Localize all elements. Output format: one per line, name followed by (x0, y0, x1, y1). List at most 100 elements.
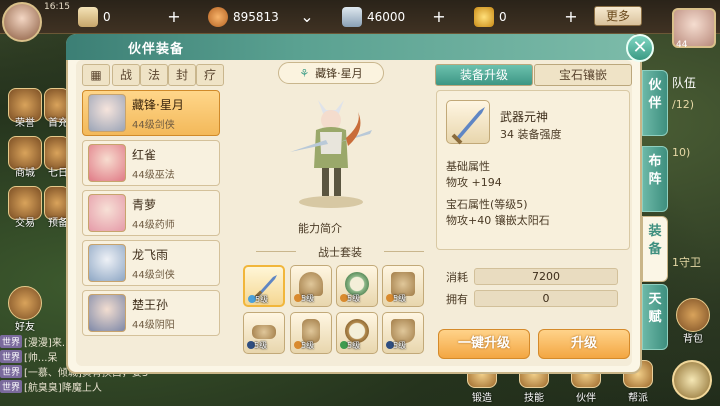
companion-item[interactable]: 龙飞雨 44级剑侠 (82, 240, 220, 286)
friends-icon[interactable] (8, 286, 42, 320)
quest-progress: 10) (672, 146, 691, 159)
set-title: 战士套装 (318, 246, 362, 259)
equip-level: 5级 (347, 341, 361, 350)
chat-text: [帅...呆 (24, 353, 58, 364)
chat-text: [漫漫]来... (24, 338, 72, 349)
chat-channel: 世界 (0, 380, 23, 393)
copper-resource: 895813 (208, 6, 279, 28)
tab-equip-upgrade[interactable]: 装备升级 (435, 64, 533, 86)
tab-healer[interactable]: 疗 (196, 64, 224, 86)
divider (384, 251, 424, 252)
tab-mage[interactable]: 法 (140, 64, 168, 86)
guild-label: 帮派 (628, 393, 648, 404)
chat-channel: 世界 (0, 335, 23, 348)
team-count: /12) (672, 98, 694, 111)
equip-slot-belt[interactable]: 5级 (243, 312, 285, 354)
companion-level: 44级阴阳 (132, 319, 175, 331)
add-gold-button[interactable]: + (562, 8, 580, 26)
companion-level: 44级巫法 (132, 169, 175, 181)
silver-value: 46000 (367, 10, 406, 24)
equip-level: 5级 (301, 294, 315, 303)
bag-icon[interactable] (676, 298, 710, 332)
gold-value: 0 (499, 10, 507, 24)
belt-icon (252, 325, 276, 339)
weapon-strength: 34 装备强度 (500, 128, 562, 141)
equip-slot-armor[interactable]: 5级 (382, 265, 424, 307)
own-label: 拥有 (446, 293, 468, 306)
tab-sealer[interactable]: 封 (168, 64, 196, 86)
one-key-upgrade-button[interactable]: 一键升级 (438, 329, 530, 359)
own-value: 0 (474, 290, 618, 307)
companion-item[interactable]: 藏锋·星月 44级剑侠 (82, 90, 220, 136)
equip-level: 5级 (393, 294, 407, 303)
companion-avatar (88, 194, 126, 232)
side-tab-partner[interactable]: 伙伴 (642, 70, 668, 136)
companion-avatar (88, 144, 126, 182)
companion-name: 藏锋·星月 (132, 97, 184, 112)
more-button[interactable]: 更多 (594, 6, 642, 26)
side-tab-formation[interactable]: 布阵 (642, 146, 668, 212)
team-label: 队伍 (672, 76, 697, 90)
equip-level: 5级 (347, 294, 361, 303)
companion-name: 红雀 (132, 147, 157, 162)
chevron-down-icon[interactable]: ⌄ (298, 8, 316, 26)
companion-item[interactable]: 楚王孙 44级阴阳 (82, 290, 220, 336)
chat-channel: 世界 (0, 365, 23, 378)
clock: 16:15 (44, 2, 70, 12)
grid-view-icon[interactable]: ▦ (82, 64, 110, 86)
silver-resource: 46000 (342, 6, 405, 28)
player-avatar[interactable] (2, 2, 42, 42)
scroll-icon (78, 7, 98, 27)
ability-intro-link[interactable]: 能力简介 (298, 220, 342, 236)
side-tab-equipment[interactable]: 装备 (642, 216, 668, 282)
gold-ingot-icon (474, 7, 494, 27)
equip-slot-bracer[interactable]: 5级 (290, 312, 332, 354)
equip-slot-ring[interactable]: 5级 (336, 312, 378, 354)
side-tab-talent[interactable]: 天赋 (642, 284, 668, 350)
yin-yang-icon[interactable] (672, 360, 712, 400)
equip-slot-necklace[interactable]: 5级 (336, 265, 378, 307)
companion-item[interactable]: 青萝 44级药师 (82, 190, 220, 236)
equip-slot-helmet[interactable]: 5级 (290, 265, 332, 307)
sword-icon (451, 107, 485, 145)
base-attr-title: 基础属性 (446, 160, 490, 173)
gem-attr-title: 宝石属性(等级5) (446, 198, 528, 211)
gold-resource: 0 (474, 6, 507, 28)
partners-label: 伙伴 (576, 393, 596, 404)
leaf-icon: ⚘ (299, 66, 310, 80)
weapon-slot[interactable] (446, 100, 490, 145)
equip-level: 5级 (393, 341, 407, 350)
equip-slot-boots[interactable]: 5级 (382, 312, 424, 354)
copper-coin-icon (208, 7, 228, 27)
cost-label: 消耗 (446, 271, 468, 284)
tab-warrior[interactable]: 战 (112, 64, 140, 86)
companion-name: 楚王孙 (132, 297, 169, 312)
gem-attr-value: 物攻+40 镶嵌太阳石 (446, 214, 550, 227)
chat-channel: 世界 (0, 350, 23, 363)
upgrade-button[interactable]: 升级 (538, 329, 630, 359)
silver-scroll-icon (342, 7, 362, 27)
scroll-value: 0 (103, 10, 111, 24)
character-model (290, 100, 372, 208)
cost-value: 7200 (474, 268, 618, 285)
equip-level: 5级 (254, 341, 268, 350)
quest-target: 1守卫 (672, 256, 701, 269)
equip-level: 5级 (301, 341, 315, 350)
character-name-plate: ⚘ 藏锋·星月 (278, 62, 384, 84)
close-button[interactable]: ✕ (626, 34, 654, 62)
base-attr-value: 物攻 +194 (446, 176, 502, 189)
equip-slot-sword[interactable]: 5级 (243, 265, 285, 307)
forge-label: 锻造 (472, 393, 492, 404)
bag-label: 背包 (683, 334, 703, 345)
add-silver-button[interactable]: + (430, 8, 448, 26)
tab-gem-inlay[interactable]: 宝石镶嵌 (534, 64, 632, 86)
add-scroll-button[interactable]: + (165, 8, 183, 26)
companion-name: 青萝 (132, 197, 157, 212)
teammate-level: 44 (676, 40, 688, 50)
chat-line: 世界 [航臭臭]降魔上人 (0, 379, 190, 394)
scroll-resource: 0 (78, 6, 111, 28)
companion-item[interactable]: 红雀 44级巫法 (82, 140, 220, 186)
companion-avatar (88, 294, 126, 332)
companion-name: 龙飞雨 (132, 247, 169, 262)
skills-label: 技能 (524, 393, 544, 404)
